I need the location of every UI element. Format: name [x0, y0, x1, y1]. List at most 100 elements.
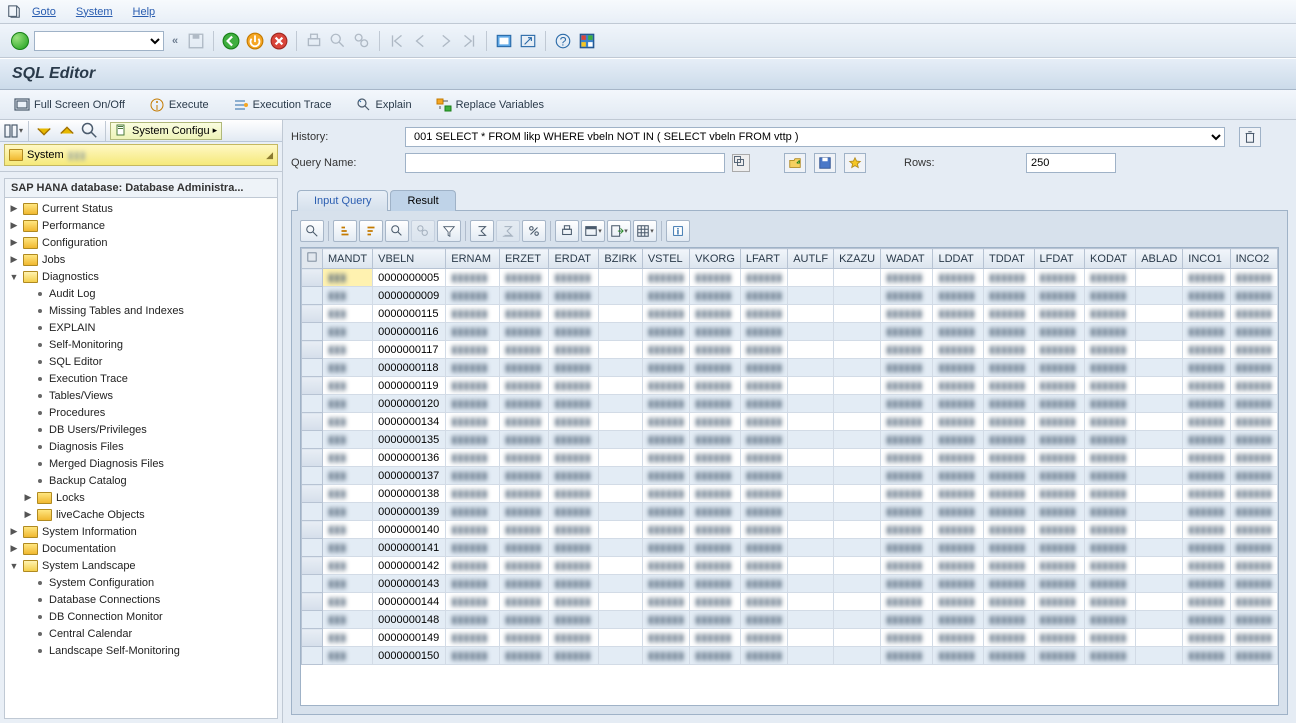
cell[interactable]: ▮▮▮▮▮▮ [933, 593, 984, 611]
cell[interactable] [834, 269, 881, 287]
tree-item[interactable]: ▼System Landscape [5, 557, 277, 574]
cell[interactable]: 0000000141 [373, 539, 446, 557]
cell[interactable]: ▮▮▮▮▮▮ [499, 287, 549, 305]
cell[interactable]: ▮▮▮ [323, 539, 373, 557]
cell[interactable]: ▮▮▮▮▮▮ [446, 431, 500, 449]
column-header[interactable]: LFART [740, 249, 787, 269]
cell[interactable]: ▮▮▮▮▮▮ [1085, 359, 1136, 377]
query-save-button[interactable] [814, 153, 836, 173]
back-icon[interactable] [221, 31, 241, 51]
column-header[interactable]: WADAT [881, 249, 933, 269]
cell[interactable]: ▮▮▮▮▮▮ [549, 413, 599, 431]
cell[interactable]: ▮▮▮▮▮▮ [1034, 557, 1085, 575]
cell[interactable]: ▮▮▮▮▮▮ [499, 413, 549, 431]
column-header[interactable]: LDDAT [933, 249, 984, 269]
cell[interactable]: ▮▮▮▮▮▮ [499, 539, 549, 557]
cell[interactable]: ▮▮▮▮▮▮ [740, 377, 787, 395]
cell[interactable] [599, 575, 642, 593]
cell[interactable]: ▮▮▮ [323, 431, 373, 449]
cell[interactable]: ▮▮▮▮▮▮ [1183, 431, 1230, 449]
cell[interactable]: ▮▮▮▮▮▮ [1230, 521, 1277, 539]
cell[interactable]: ▮▮▮▮▮▮ [1085, 413, 1136, 431]
cell[interactable] [788, 323, 834, 341]
cell[interactable]: ▮▮▮▮▮▮ [1085, 593, 1136, 611]
cell[interactable] [1136, 341, 1183, 359]
cell[interactable] [1136, 485, 1183, 503]
queryname-input[interactable] [405, 153, 725, 173]
cell[interactable]: 0000000150 [373, 647, 446, 665]
row-selector[interactable] [302, 503, 323, 521]
cell[interactable]: ▮▮▮▮▮▮ [983, 359, 1034, 377]
cell[interactable]: ▮▮▮▮▮▮ [983, 377, 1034, 395]
cell[interactable]: ▮▮▮▮▮▮ [1183, 467, 1230, 485]
cell[interactable] [788, 305, 834, 323]
cell[interactable]: ▮▮▮▮▮▮ [983, 431, 1034, 449]
cell[interactable]: ▮▮▮▮▮▮ [642, 485, 689, 503]
cell[interactable]: ▮▮▮▮▮▮ [499, 629, 549, 647]
cell[interactable]: ▮▮▮▮▮▮ [1034, 269, 1085, 287]
cell[interactable] [599, 323, 642, 341]
tree-item[interactable]: ▶Documentation [5, 540, 277, 557]
cell[interactable]: ▮▮▮▮▮▮ [933, 575, 984, 593]
cell[interactable] [599, 503, 642, 521]
row-selector[interactable] [302, 341, 323, 359]
cell[interactable] [599, 449, 642, 467]
cell[interactable] [599, 557, 642, 575]
cell[interactable] [1136, 323, 1183, 341]
layout-select-icon[interactable]: ▾ [633, 220, 657, 242]
tree-item[interactable]: Tables/Views [5, 387, 277, 404]
cell[interactable]: ▮▮▮▮▮▮ [881, 431, 933, 449]
cell[interactable]: ▮▮▮ [323, 593, 373, 611]
cell[interactable]: ▮▮▮▮▮▮ [1183, 593, 1230, 611]
cell[interactable]: ▮▮▮▮▮▮ [1085, 287, 1136, 305]
new-session-icon[interactable] [494, 31, 514, 51]
percent-icon[interactable] [522, 220, 546, 242]
cell[interactable]: ▮▮▮ [323, 269, 373, 287]
cell[interactable]: ▮▮▮ [323, 557, 373, 575]
column-header[interactable]: KODAT [1085, 249, 1136, 269]
cell[interactable] [1136, 557, 1183, 575]
sort-asc-icon[interactable] [333, 220, 357, 242]
cell[interactable] [1136, 467, 1183, 485]
cell[interactable]: ▮▮▮▮▮▮ [1183, 611, 1230, 629]
cell[interactable] [834, 341, 881, 359]
tree-item[interactable]: ▼Diagnostics [5, 268, 277, 285]
cell[interactable]: ▮▮▮▮▮▮ [740, 359, 787, 377]
cell[interactable]: ▮▮▮▮▮▮ [740, 341, 787, 359]
cell[interactable] [1136, 539, 1183, 557]
find-icon[interactable] [328, 31, 348, 51]
row-selector[interactable] [302, 467, 323, 485]
tree-item[interactable]: ▶Current Status [5, 200, 277, 217]
cell[interactable]: ▮▮▮▮▮▮ [881, 485, 933, 503]
cell[interactable]: ▮▮▮▮▮▮ [499, 503, 549, 521]
cell[interactable]: ▮▮▮▮▮▮ [983, 503, 1034, 521]
cell[interactable]: ▮▮▮▮▮▮ [1085, 305, 1136, 323]
cell[interactable]: ▮▮▮▮▮▮ [1034, 575, 1085, 593]
cell[interactable]: ▮▮▮ [323, 449, 373, 467]
cell[interactable]: ▮▮▮▮▮▮ [1183, 647, 1230, 665]
column-header[interactable]: VSTEL [642, 249, 689, 269]
cell[interactable]: ▮▮▮▮▮▮ [690, 323, 741, 341]
cell[interactable]: ▮▮▮▮▮▮ [642, 629, 689, 647]
cell[interactable]: ▮▮▮▮▮▮ [549, 485, 599, 503]
generate-shortcut-icon[interactable] [518, 31, 538, 51]
cell[interactable]: ▮▮▮▮▮▮ [1034, 431, 1085, 449]
cell[interactable]: ▮▮▮▮▮▮ [690, 377, 741, 395]
row-selector[interactable] [302, 485, 323, 503]
cell[interactable]: ▮▮▮▮▮▮ [1230, 359, 1277, 377]
cell[interactable]: ▮▮▮▮▮▮ [740, 539, 787, 557]
cell[interactable] [599, 611, 642, 629]
cell[interactable] [1136, 287, 1183, 305]
tree-item[interactable]: Backup Catalog [5, 472, 277, 489]
cell[interactable]: 0000000005 [373, 269, 446, 287]
cell[interactable] [1136, 395, 1183, 413]
cell[interactable]: ▮▮▮▮▮▮ [933, 629, 984, 647]
cell[interactable] [788, 485, 834, 503]
cell[interactable]: ▮▮▮▮▮▮ [1085, 395, 1136, 413]
cell[interactable]: ▮▮▮▮▮▮ [446, 449, 500, 467]
cell[interactable]: ▮▮▮▮▮▮ [690, 449, 741, 467]
cell[interactable]: ▮▮▮▮▮▮ [933, 287, 984, 305]
cell[interactable]: ▮▮▮▮▮▮ [499, 593, 549, 611]
replace-variables-button[interactable]: Replace Variables [432, 95, 548, 115]
cell[interactable]: ▮▮▮ [323, 647, 373, 665]
